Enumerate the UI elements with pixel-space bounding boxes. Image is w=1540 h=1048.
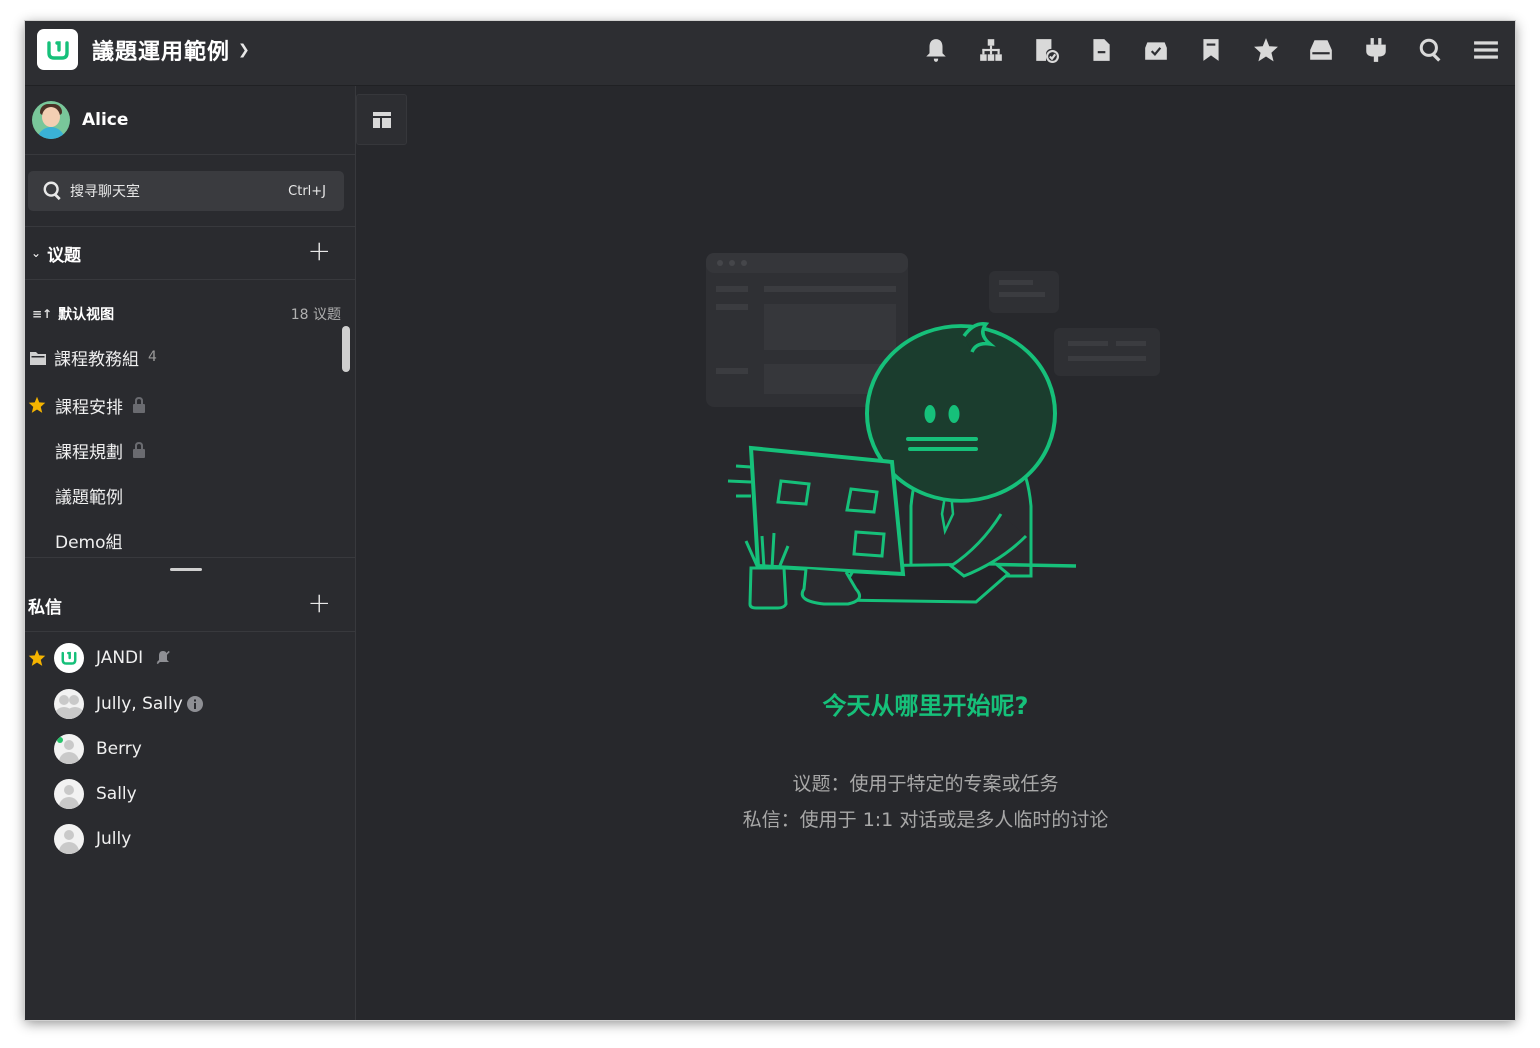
topic-item[interactable]: 課程規劃 xyxy=(25,430,345,470)
layout-icon xyxy=(372,111,391,128)
avatar xyxy=(54,779,84,809)
lock-icon xyxy=(132,397,146,413)
empty-state-headline: 今天从哪里开始呢? xyxy=(822,692,1029,720)
folder-label: 課程教務組 xyxy=(54,349,139,370)
search-icon xyxy=(42,180,64,202)
divider xyxy=(25,631,355,632)
org-chart-icon[interactable] xyxy=(976,35,1006,65)
team-name: 議題運用範例 xyxy=(92,40,231,65)
folder-count: 4 xyxy=(148,349,157,365)
dm-item[interactable]: JANDI xyxy=(25,638,345,678)
team-switcher[interactable]: 議題運用範例 ❯ xyxy=(92,34,251,66)
toolbar-icons xyxy=(921,35,1501,65)
dm-item[interactable]: Sally xyxy=(25,774,345,814)
dm-label: Sally xyxy=(96,784,137,804)
dm-item[interactable]: Jully xyxy=(25,819,345,859)
avatar xyxy=(54,643,84,673)
online-status-badge xyxy=(57,737,63,743)
dm-section-header[interactable]: 私信 + xyxy=(25,581,355,629)
jandi-logo[interactable] xyxy=(37,29,78,70)
avatar xyxy=(54,734,84,764)
topics-section-header[interactable]: ⌄ 议题 + xyxy=(25,229,355,277)
task-icon[interactable] xyxy=(1031,35,1061,65)
dm-item[interactable]: Jully, Sally xyxy=(25,684,345,724)
user-profile[interactable]: Alice xyxy=(25,86,355,155)
dm-label: Jully xyxy=(96,829,132,849)
empty-state-illustration xyxy=(706,253,1160,610)
search-placeholder: 搜寻聊天室 xyxy=(70,184,140,200)
topic-count: 18 议题 xyxy=(290,307,341,323)
chevron-down-icon: ❯ xyxy=(238,42,251,58)
archive-check-icon[interactable] xyxy=(1141,35,1171,65)
divider xyxy=(25,226,355,227)
divider xyxy=(25,279,355,280)
plugin-icon[interactable] xyxy=(1361,35,1391,65)
info-icon xyxy=(187,696,203,712)
sort-icon: ≡↑ xyxy=(32,307,53,321)
topic-item[interactable]: 議題範例 xyxy=(25,475,345,515)
topic-label: 課程安排 xyxy=(55,397,123,418)
dm-label: JANDI xyxy=(96,648,144,668)
app-window: 議題運用範例 ❯ Alice 搜寻聊天室 Ctrl+J ⌄ 议题 + ≡↑ 默认… xyxy=(25,21,1515,1020)
jandi-logo-icon xyxy=(46,40,69,60)
user-name: Alice xyxy=(82,110,129,130)
menu-icon[interactable] xyxy=(1471,35,1501,65)
topics-section-title: 议题 xyxy=(47,245,82,266)
view-label: 默认视图 xyxy=(58,307,115,323)
topic-item[interactable]: Demo組 xyxy=(25,520,345,560)
avatar xyxy=(54,689,84,719)
drive-icon[interactable] xyxy=(1306,35,1336,65)
dm-item[interactable]: Berry xyxy=(25,729,345,769)
avatar[interactable] xyxy=(32,101,70,139)
star-icon xyxy=(28,649,46,667)
add-dm-button[interactable]: + xyxy=(308,589,331,617)
avatar xyxy=(54,824,84,854)
add-topic-button[interactable]: + xyxy=(308,237,331,265)
topics-scrollbar[interactable] xyxy=(342,326,350,372)
topic-label: Demo組 xyxy=(55,532,123,553)
bookmark-icon[interactable] xyxy=(1196,35,1226,65)
notification-bell-icon[interactable] xyxy=(921,35,951,65)
search-input[interactable]: 搜寻聊天室 Ctrl+J xyxy=(28,171,344,211)
muted-icon xyxy=(155,650,171,666)
search-icon[interactable] xyxy=(1416,35,1446,65)
file-icon[interactable] xyxy=(1086,35,1116,65)
dm-description: 私信：使用于 1:1 对话或是多人临时的讨论 xyxy=(742,809,1109,831)
topic-description: 议题：使用于特定的专案或任务 xyxy=(792,773,1059,795)
dm-section-title: 私信 xyxy=(28,597,62,618)
folder-icon xyxy=(30,350,46,365)
star-icon[interactable] xyxy=(1251,35,1281,65)
section-resize-handle[interactable] xyxy=(170,568,202,571)
divider xyxy=(25,557,355,558)
star-icon xyxy=(28,396,46,414)
lock-icon xyxy=(132,442,146,458)
top-bar: 議題運用範例 ❯ xyxy=(25,21,1515,86)
panel-toggle-button[interactable] xyxy=(356,94,407,145)
sidebar: Alice 搜寻聊天室 Ctrl+J ⌄ 议题 + ≡↑ 默认视图 18 议题 … xyxy=(25,86,356,1020)
search-shortcut: Ctrl+J xyxy=(288,183,326,199)
folder-row[interactable]: 課程教務組 4 xyxy=(25,337,345,377)
topic-item[interactable]: 課程安排 xyxy=(25,385,345,425)
topic-label: 課程規劃 xyxy=(55,442,123,463)
topic-label: 議題範例 xyxy=(55,487,123,508)
main-panel: 今天从哪里开始呢? 议题：使用于特定的专案或任务 私信：使用于 1:1 对话或是… xyxy=(356,86,1515,1020)
default-view-selector[interactable]: ≡↑ 默认视图 18 议题 xyxy=(25,298,355,330)
jandi-logo-icon xyxy=(61,651,77,665)
chevron-down-icon: ⌄ xyxy=(31,246,42,260)
dm-label: Jully, Sally xyxy=(96,694,183,714)
dm-label: Berry xyxy=(96,739,142,759)
